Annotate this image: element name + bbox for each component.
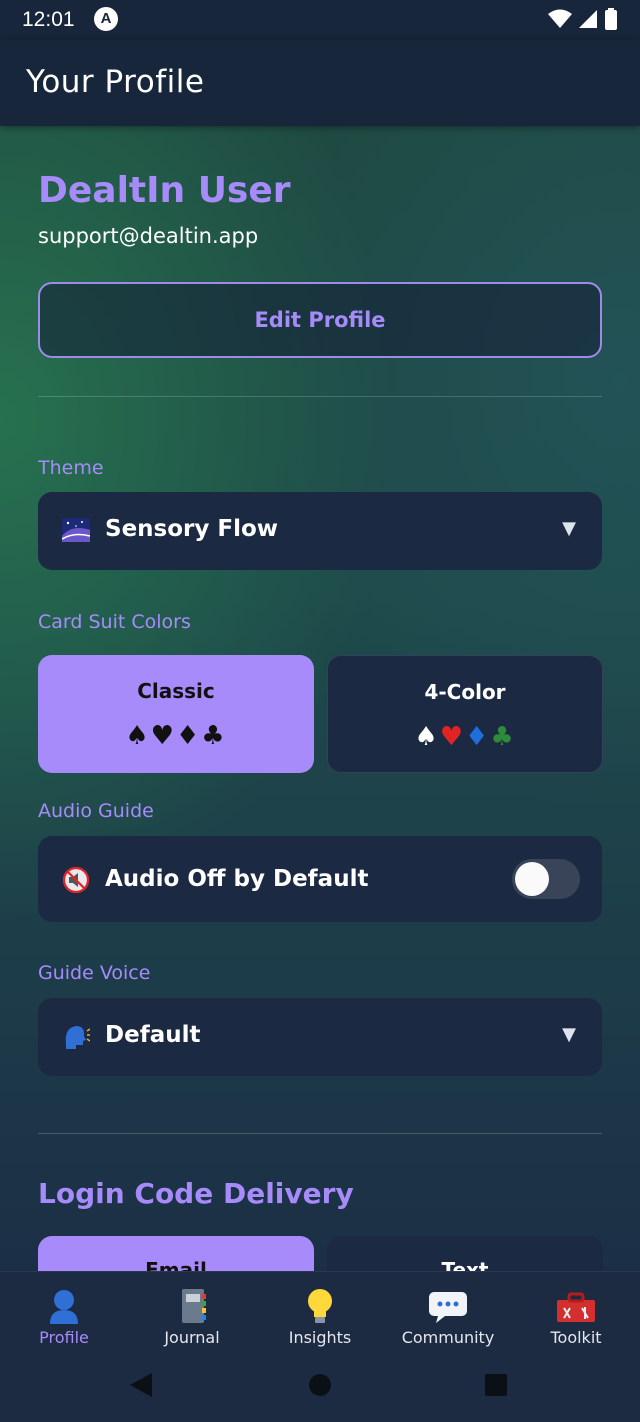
chat-bubble-icon [429, 1292, 467, 1323]
speaking-head-icon [65, 1026, 90, 1049]
guide-voice-label: Guide Voice [38, 962, 151, 984]
nav-item-insights[interactable]: Insights [260, 1288, 380, 1347]
user-email: support@dealtin.app [38, 224, 259, 248]
heart-glyph: ♥ [439, 722, 465, 752]
login-code-delivery-title: Login Code Delivery [38, 1177, 354, 1210]
toolbox-icon [557, 1292, 595, 1322]
toggle-knob [515, 862, 549, 896]
chevron-down-icon: ▼ [562, 1024, 576, 1045]
person-icon [50, 1290, 78, 1324]
lightbulb-icon [308, 1289, 332, 1323]
suit-glyphs: ♠♥♦♣ [125, 721, 227, 751]
nav-label: Journal [164, 1328, 220, 1347]
home-icon[interactable] [308, 1373, 332, 1397]
app-notification-icon: A [94, 7, 118, 31]
page-title: Your Profile [26, 64, 205, 100]
audio-toggle[interactable] [512, 859, 580, 899]
recents-icon[interactable] [484, 1373, 508, 1397]
guide-voice-value: Default [105, 1022, 201, 1048]
nav-label: Insights [288, 1328, 352, 1347]
galaxy-icon [62, 518, 90, 542]
suit-option-title: 4-Color [424, 680, 506, 704]
chevron-down-icon: ▼ [562, 518, 576, 539]
suit-option-classic[interactable]: Classic ♠♥♦♣ [38, 655, 314, 773]
diamond-glyph: ♦ [465, 722, 491, 752]
status-bar: 12:01 A [0, 0, 640, 40]
audio-guide-row: Audio Off by Default [38, 836, 602, 922]
spade-glyph: ♠ [414, 722, 440, 752]
edit-profile-button[interactable]: Edit Profile [38, 282, 602, 358]
nav-label: Community [401, 1328, 495, 1347]
divider [38, 1133, 602, 1134]
status-time: 12:01 [22, 8, 75, 31]
muted-speaker-icon [62, 866, 90, 894]
wifi-icon [548, 9, 572, 28]
divider [38, 396, 602, 397]
suit-option-four-color[interactable]: 4-Color ♠♥♦♣ [327, 655, 603, 773]
user-name: DealtIn User [38, 170, 291, 211]
theme-select[interactable]: Sensory Flow ▼ [38, 492, 602, 570]
nav-label: Profile [39, 1328, 89, 1347]
theme-label: Theme [38, 457, 104, 479]
status-indicators [548, 8, 618, 30]
suit-glyphs-colored: ♠♥♦♣ [328, 722, 602, 752]
nav-item-profile[interactable]: Profile [4, 1288, 124, 1347]
system-navigation-bar [0, 1362, 640, 1410]
nav-label: Toolkit [550, 1328, 602, 1347]
notebook-icon [182, 1289, 206, 1323]
theme-value: Sensory Flow [105, 516, 279, 542]
nav-item-toolkit[interactable]: Toolkit [516, 1288, 636, 1347]
club-glyph: ♣ [490, 722, 516, 752]
card-suit-colors-label: Card Suit Colors [38, 611, 191, 633]
nav-item-community[interactable]: Community [388, 1288, 508, 1347]
back-icon[interactable] [128, 1372, 154, 1398]
guide-voice-select[interactable]: Default ▼ [38, 998, 602, 1076]
battery-icon [605, 8, 617, 30]
nav-item-journal[interactable]: Journal [132, 1288, 252, 1347]
audio-guide-label: Audio Guide [38, 800, 154, 822]
audio-guide-value: Audio Off by Default [105, 866, 369, 892]
suit-option-title: Classic [137, 679, 215, 703]
cell-signal-icon [579, 10, 597, 28]
app-header: Your Profile [0, 40, 640, 126]
